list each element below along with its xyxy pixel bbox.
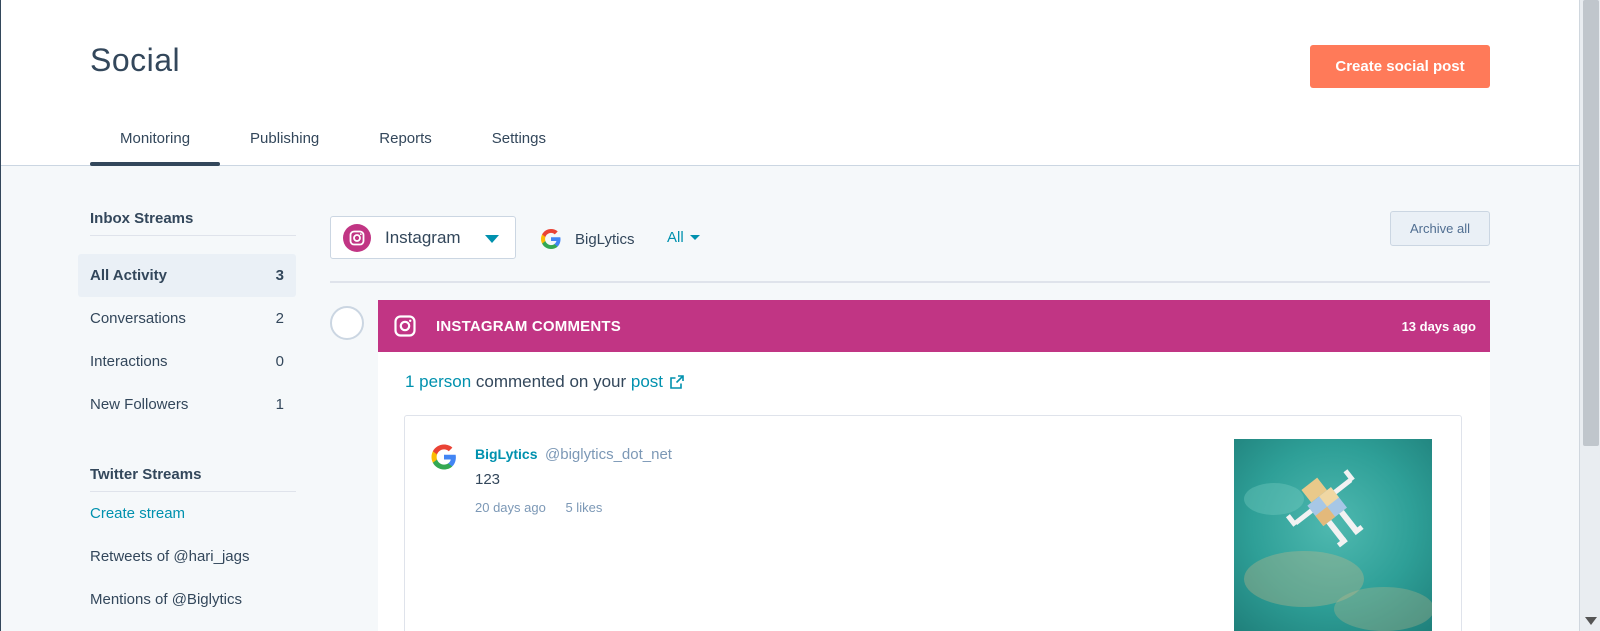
instagram-icon: [394, 315, 416, 337]
summary-text: commented on your: [475, 372, 627, 391]
scope-filter-label: All: [667, 229, 684, 246]
sidebar-item-conversations[interactable]: Conversations 2: [78, 297, 296, 340]
scroll-down-arrow-icon[interactable]: [1585, 617, 1597, 625]
twitter-streams-heading: Twitter Streams: [90, 452, 296, 492]
brand-name: BigLytics: [575, 230, 635, 248]
instagram-icon: [343, 223, 371, 252]
sidebar-item-label: Conversations: [90, 310, 186, 327]
comment-meta: 20 days ago 5 likes: [475, 500, 602, 515]
sidebar-item-mentions[interactable]: Mentions of @Biglytics: [78, 578, 296, 621]
comment-timestamp: 20 days ago: [475, 500, 546, 515]
sidebar-item-retweets[interactable]: Retweets of @hari_jags: [78, 535, 296, 578]
sidebar-item-all-activity[interactable]: All Activity 3: [78, 254, 296, 297]
card-timestamp: 13 days ago: [1401, 318, 1476, 334]
sidebar-item-new-followers[interactable]: New Followers 1: [78, 383, 296, 426]
tab-settings[interactable]: Settings: [462, 122, 576, 166]
inbox-streams-heading: Inbox Streams: [90, 196, 296, 236]
google-logo-icon: [541, 229, 561, 249]
brand-account: BigLytics: [539, 227, 634, 251]
archive-all-button[interactable]: Archive all: [1390, 211, 1490, 246]
comment-likes: 5 likes: [565, 500, 603, 515]
sidebar-item-interactions[interactable]: Interactions 0: [78, 340, 296, 383]
select-item-checkbox[interactable]: [330, 306, 364, 340]
sidebar-item-count: 3: [275, 267, 284, 284]
people-count-link[interactable]: 1 person: [405, 372, 471, 392]
streams-sidebar: Inbox Streams All Activity 3 Conversatio…: [78, 196, 296, 621]
sidebar-item-count: 1: [275, 396, 284, 413]
sidebar-item-count: 0: [275, 353, 284, 370]
avatar: [429, 442, 459, 477]
post-thumbnail-image[interactable]: [1234, 439, 1432, 631]
tab-monitoring[interactable]: Monitoring: [90, 122, 221, 166]
card-title: INSTAGRAM COMMENTS: [436, 317, 621, 335]
network-select-label: Instagram: [385, 227, 461, 247]
external-link-icon[interactable]: [669, 374, 685, 390]
social-app: Social Create social post Monitoring Pub…: [0, 0, 1600, 631]
sidebar-item-count: 2: [275, 310, 284, 327]
chevron-down-icon: [485, 235, 499, 243]
comment-author-handle: @biglytics_dot_net: [545, 446, 672, 463]
activity-summary: 1 person commented on your post: [405, 372, 1490, 392]
scrollbar-thumb[interactable]: [1583, 0, 1599, 446]
create-stream-link[interactable]: Create stream: [78, 492, 296, 535]
page-header: Social Create social post Monitoring Pub…: [1, 0, 1579, 166]
post-link[interactable]: post: [631, 372, 663, 392]
create-social-post-button[interactable]: Create social post: [1310, 45, 1490, 88]
sidebar-item-label: Interactions: [90, 353, 168, 370]
comment-author-link[interactable]: BigLytics: [475, 446, 538, 462]
card-header: INSTAGRAM COMMENTS 13 days ago: [378, 300, 1490, 352]
google-logo-icon: [431, 444, 456, 470]
tab-publishing[interactable]: Publishing: [220, 122, 349, 166]
caret-down-icon: [689, 235, 700, 240]
page-scrollbar[interactable]: [1579, 0, 1600, 631]
sidebar-item-label: All Activity: [90, 267, 167, 284]
tab-reports[interactable]: Reports: [349, 122, 462, 166]
comment-text: 123: [475, 471, 501, 488]
page-title: Social: [90, 42, 181, 78]
network-select[interactable]: Instagram: [330, 216, 516, 259]
sidebar-item-label: New Followers: [90, 396, 189, 413]
tab-bar: Monitoring Publishing Reports Settings: [90, 122, 576, 166]
scope-filter-dropdown[interactable]: All: [667, 229, 700, 246]
divider: [330, 281, 1490, 283]
